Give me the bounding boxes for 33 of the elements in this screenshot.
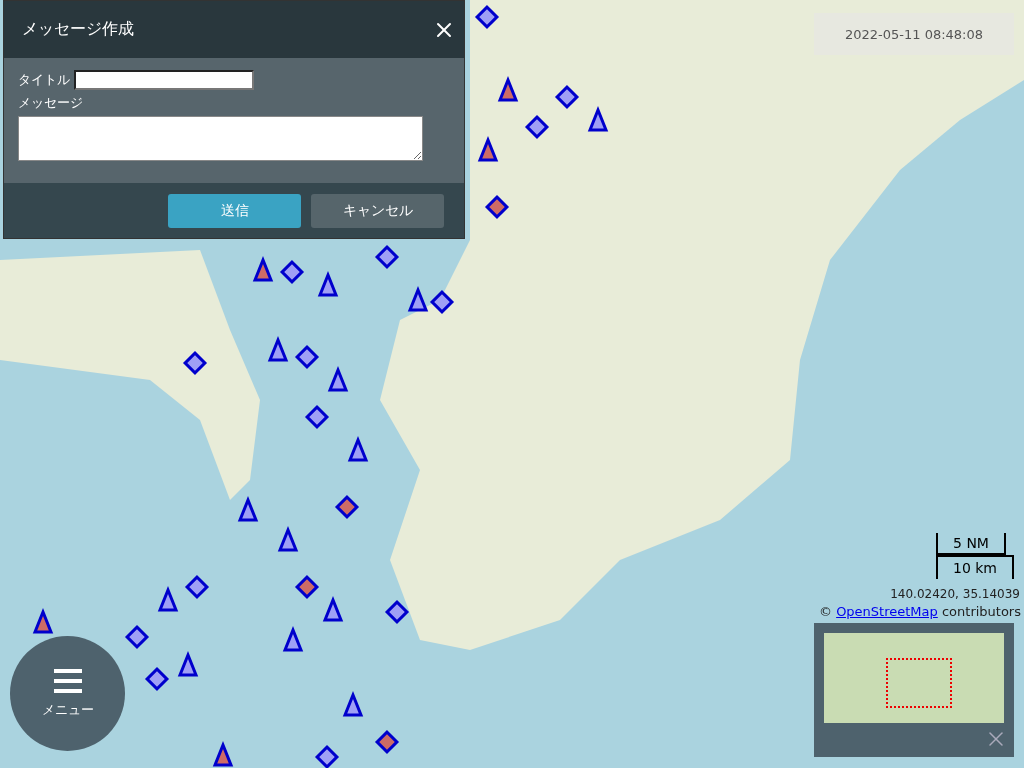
menu-button[interactable]: メニュー (10, 636, 125, 751)
title-field[interactable] (74, 70, 254, 90)
nautical-scale-bar: 5 NM (936, 533, 1006, 555)
vessel-marker[interactable] (322, 595, 344, 622)
viewport-rectangle (886, 658, 952, 708)
menu-icon (53, 668, 82, 693)
message-field[interactable] (18, 116, 423, 161)
title-label: タイトル (18, 71, 70, 89)
vessel-marker[interactable] (157, 585, 179, 612)
vessel-marker[interactable] (342, 690, 364, 717)
vessel-marker[interactable] (497, 75, 519, 102)
openstreetmap-link[interactable]: OpenStreetMap (836, 604, 938, 619)
vessel-marker[interactable] (407, 285, 429, 312)
vessel-marker[interactable] (587, 105, 609, 132)
cursor-coordinates: 140.02420, 35.14039 (890, 587, 1020, 601)
vessel-marker[interactable] (32, 607, 54, 634)
vessel-marker[interactable] (177, 650, 199, 677)
vessel-marker[interactable] (327, 365, 349, 392)
vessel-marker[interactable] (477, 135, 499, 162)
attribution-text: © OpenStreetMap contributors (819, 604, 1021, 619)
metric-scale-bar: 10 km (936, 555, 1014, 579)
vessel-marker[interactable] (277, 525, 299, 552)
vessel-marker[interactable] (212, 740, 234, 767)
vessel-marker[interactable] (267, 335, 289, 362)
timestamp: 2022-05-11 08:48:08 (814, 13, 1014, 55)
vessel-marker[interactable] (317, 270, 339, 297)
message-label: メッセージ (18, 94, 84, 112)
vessel-marker[interactable] (282, 625, 304, 652)
dialog-title: メッセージ作成 (22, 19, 134, 40)
vessel-marker[interactable] (237, 495, 259, 522)
cancel-button[interactable]: キャンセル (311, 193, 444, 228)
vessel-marker[interactable] (347, 435, 369, 462)
vessel-marker[interactable] (252, 255, 274, 282)
